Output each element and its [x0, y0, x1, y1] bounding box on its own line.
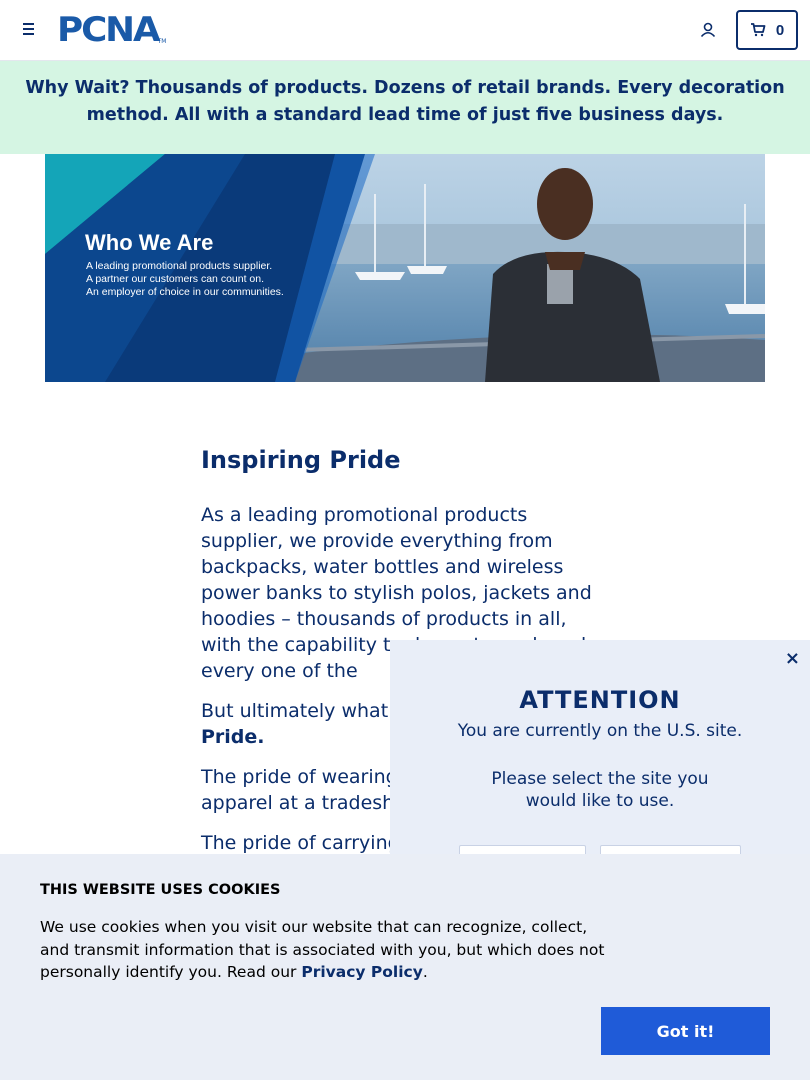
account-icon[interactable]: [698, 20, 718, 40]
banner-line: An employer of choice in our communities…: [86, 286, 284, 298]
cookie-period: .: [422, 963, 428, 981]
accept-cookies-button[interactable]: Got it!: [601, 1007, 770, 1055]
cart-button[interactable]: 0: [736, 10, 798, 50]
who-we-are-banner: Who We Are A leading promotional product…: [45, 154, 765, 382]
modal-title: ATTENTION: [519, 686, 681, 714]
modal-current-site: You are currently on the U.S. site.: [457, 721, 743, 741]
cookie-text: We use cookies when you visit our websit…: [40, 916, 620, 984]
apparel-text: The pride of wearing: [201, 766, 398, 788]
cart-icon: [750, 23, 766, 37]
banner-title: Who We Are: [85, 230, 214, 255]
hamburger-menu-icon[interactable]: [18, 20, 40, 40]
logo-trademark: TM: [157, 38, 167, 45]
cookie-title: THIS WEBSITE USES COOKIES: [40, 882, 281, 898]
pcna-logo[interactable]: PCNA TM: [57, 10, 167, 50]
close-icon[interactable]: ×: [785, 648, 800, 669]
privacy-policy-link[interactable]: Privacy Policy: [301, 963, 423, 981]
cookie-banner: THIS WEBSITE USES COOKIES We use cookies…: [0, 854, 810, 1080]
site-select-modal: × ATTENTION You are currently on the U.S…: [390, 640, 810, 885]
pride-text: But ultimately what: [201, 700, 389, 722]
cart-count: 0: [775, 21, 785, 39]
promo-lead: Why Wait?: [25, 78, 130, 98]
modal-prompt-line2: would like to use.: [525, 791, 675, 811]
site-header: PCNA TM 0: [0, 0, 810, 61]
apparel-text-line2: apparel at a tradesh: [201, 792, 395, 814]
promo-text: Thousands of products. Dozens of retail …: [86, 78, 785, 125]
modal-prompt: Please select the site you: [491, 769, 709, 789]
banner-line: A partner our customers can count on.: [86, 273, 265, 285]
pride-emphasis: Pride.: [201, 726, 265, 748]
banner-line: A leading promotional products supplier.: [86, 260, 273, 272]
promo-bar: Why Wait? Thousands of products. Dozens …: [0, 61, 810, 154]
section-title: Inspiring Pride: [201, 446, 401, 474]
logo-text: PCNA: [57, 10, 161, 50]
